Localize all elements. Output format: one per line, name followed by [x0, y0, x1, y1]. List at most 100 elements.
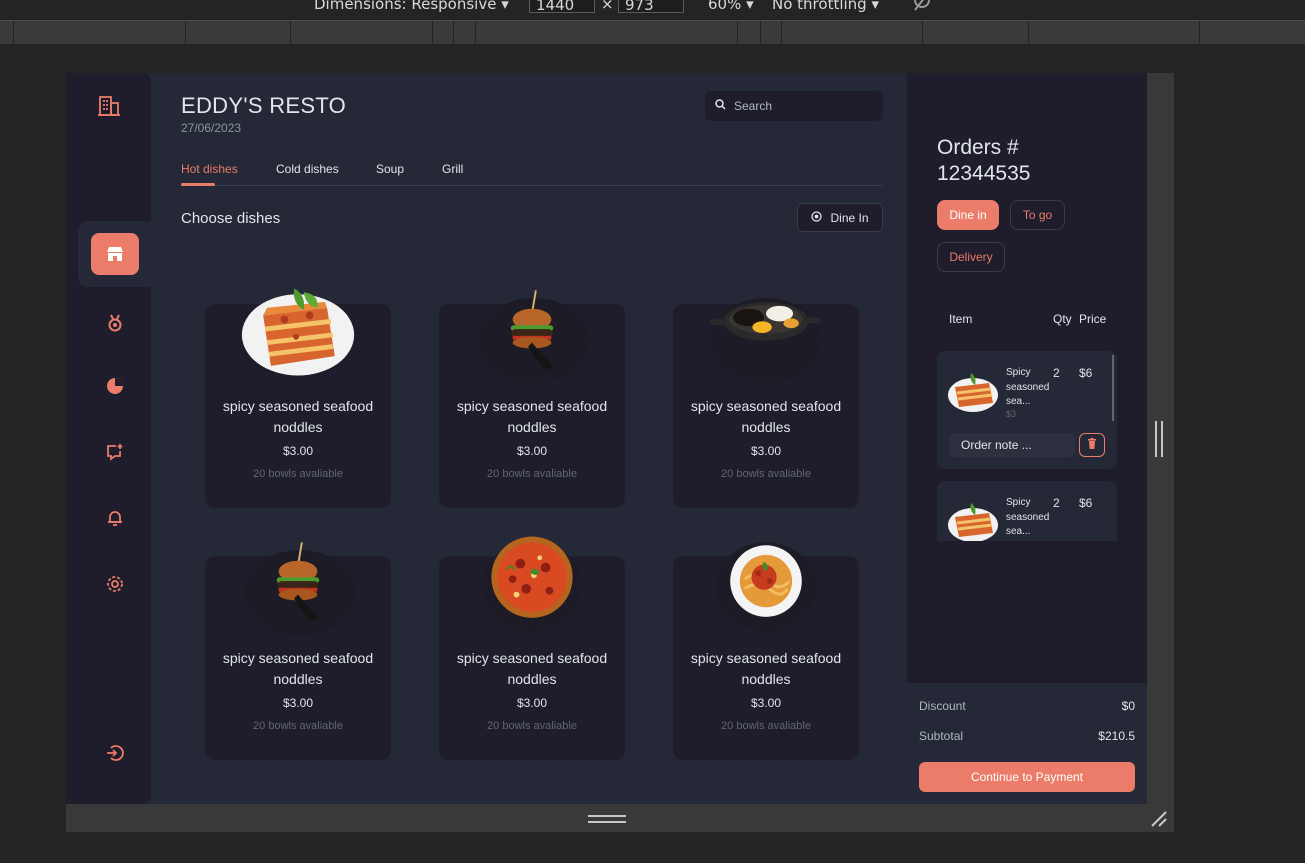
dish-name: spicy seasoned seafood noddles	[456, 398, 608, 435]
column-qty: Qty	[1053, 312, 1072, 326]
dish-card[interactable]: spicy seasoned seafood noddles $3.00 20 …	[439, 536, 625, 760]
orders-title: Orders # 12344535	[937, 136, 1031, 185]
dish-name: spicy seasoned seafood noddles	[456, 650, 608, 687]
order-note-field[interactable]: Order note ...	[949, 433, 1075, 457]
order-list-scrollbar[interactable]	[1112, 355, 1114, 421]
search-icon	[715, 97, 726, 115]
dashboard-chart-icon[interactable]	[102, 373, 128, 399]
lasagna-image	[238, 278, 358, 384]
order-item: Spicy seasoned sea... $3 2 $6 Order note…	[937, 351, 1117, 469]
sidebar-item-home[interactable]	[78, 221, 151, 287]
zoom-dropdown[interactable]: 60% ▾	[708, 0, 754, 13]
dish-availability: 20 bowls avaliable	[253, 468, 343, 480]
order-item: Spicy seasoned sea... 2 $6	[937, 481, 1117, 541]
column-price: Price	[1079, 312, 1107, 326]
active-tab-indicator	[181, 183, 215, 186]
store-icon	[91, 233, 139, 275]
discount-value: $0	[1121, 699, 1135, 713]
dish-name: spicy seasoned seafood noddles	[690, 650, 842, 687]
subtotal-label: Subtotal	[919, 729, 964, 743]
device-width-input[interactable]	[529, 0, 595, 13]
resize-handle-icon[interactable]	[1155, 421, 1163, 457]
current-date: 27/06/2023	[181, 121, 242, 135]
dish-name: spicy seasoned seafood noddles	[690, 398, 842, 435]
throttling-label: No throttling	[772, 0, 867, 13]
throttling-dropdown[interactable]: No throttling ▾	[772, 0, 879, 13]
order-items-list[interactable]: Spicy seasoned sea... $3 2 $6 Order note…	[937, 351, 1117, 541]
dish-price: $3.00	[750, 444, 782, 458]
viewport-resize-rail[interactable]	[1147, 73, 1174, 804]
devtools-toolbar: Dimensions: Responsive ▾ × 60% ▾ No thro…	[0, 0, 1305, 14]
dish-availability: 20 bowls avaliable	[721, 468, 811, 480]
tab-grill[interactable]: Grill	[442, 162, 463, 176]
tab-soup[interactable]: Soup	[376, 162, 404, 176]
dish-card[interactable]: spicy seasoned seafood noddles $3.00 20 …	[439, 290, 625, 508]
delivery-button[interactable]: Delivery	[937, 242, 1005, 272]
main-content: EDDY'S RESTO 27/06/2023 Hot dishes Cold …	[151, 73, 907, 804]
device-height-input[interactable]	[618, 0, 684, 13]
dish-price: $3.00	[282, 696, 314, 710]
dish-price: $3.00	[750, 696, 782, 710]
search-box[interactable]	[705, 91, 883, 121]
tab-cold-dishes[interactable]: Cold dishes	[276, 162, 339, 176]
discount-label: Discount	[919, 699, 966, 713]
delete-item-button[interactable]	[1079, 433, 1105, 457]
discount-icon[interactable]	[102, 310, 128, 336]
dish-price: $3.00	[516, 696, 548, 710]
order-item-unit-price: $3	[1006, 409, 1017, 419]
column-item: Item	[949, 312, 973, 326]
resize-handle-icon[interactable]	[588, 815, 626, 823]
order-item-total: $6	[1079, 366, 1093, 380]
order-item-qty[interactable]: 2	[1053, 496, 1060, 510]
dish-name: spicy seasoned seafood noddles	[222, 398, 374, 435]
restaurant-pos-app: EDDY'S RESTO 27/06/2023 Hot dishes Cold …	[66, 73, 1174, 804]
category-tabs: Hot dishes Cold dishes Soup Grill	[181, 162, 883, 186]
restaurant-logo-icon[interactable]	[94, 91, 124, 121]
tab-hot-dishes[interactable]: Hot dishes	[181, 162, 238, 176]
skillet-image	[706, 278, 826, 384]
zoom-label: 60%	[708, 0, 742, 13]
dimensions-label: Dimensions: Responsive	[314, 0, 497, 13]
to-go-button[interactable]: To go	[1010, 200, 1065, 230]
settings-gear-icon[interactable]	[102, 571, 128, 597]
restaurant-title: EDDY'S RESTO	[181, 93, 347, 118]
dish-availability: 20 bowls avaliable	[487, 720, 577, 732]
viewport-bottom-rail[interactable]	[66, 804, 1174, 832]
dish-card[interactable]: spicy seasoned seafood noddles $3.00 20 …	[673, 298, 859, 508]
chevron-down-icon	[811, 210, 823, 225]
subtotal-row: Subtotal $210.5	[919, 729, 1135, 743]
dish-card[interactable]: spicy seasoned seafood noddles $3.00 20 …	[205, 542, 391, 760]
dine-in-button[interactable]: Dine in	[937, 200, 999, 230]
dimensions-dropdown[interactable]: Dimensions: Responsive ▾	[314, 0, 509, 13]
continue-to-payment-button[interactable]: Continue to Payment	[919, 762, 1135, 792]
dish-availability: 20 bowls avaliable	[253, 720, 343, 732]
media-query-ruler[interactable]	[0, 20, 1305, 45]
search-input[interactable]	[734, 99, 874, 113]
dish-availability: 20 bowls avaliable	[721, 720, 811, 732]
order-item-total: $6	[1079, 496, 1093, 510]
message-add-icon[interactable]	[102, 439, 128, 465]
dimension-separator: ×	[601, 0, 614, 13]
order-item-qty[interactable]: 2	[1053, 366, 1060, 380]
logout-icon[interactable]	[102, 740, 128, 766]
section-title: Choose dishes	[181, 210, 281, 227]
order-item-name: Spicy seasoned sea...	[1006, 367, 1050, 407]
burger-image	[238, 530, 358, 636]
dish-card[interactable]: spicy seasoned seafood noddles $3.00 20 …	[673, 542, 859, 760]
lasagna-thumbnail	[947, 501, 999, 541]
dish-availability: 20 bowls avaliable	[487, 468, 577, 480]
burger-image	[472, 278, 592, 384]
pizza-image	[472, 530, 592, 636]
notification-bell-icon[interactable]	[102, 505, 128, 531]
trash-icon	[1087, 436, 1097, 454]
corner-resize-icon[interactable]	[1150, 810, 1168, 828]
discount-row: Discount $0	[919, 699, 1135, 713]
dish-card[interactable]: spicy seasoned seafood noddles $3.00 20 …	[205, 288, 391, 508]
dine-in-dropdown[interactable]: Dine In	[797, 203, 883, 232]
sidebar	[66, 73, 151, 804]
dish-price: $3.00	[516, 444, 548, 458]
subtotal-value: $210.5	[1098, 729, 1135, 743]
rotate-icon[interactable]	[912, 0, 932, 16]
order-summary: Discount $0 Subtotal $210.5 Continue to …	[907, 683, 1147, 804]
spaghetti-image	[706, 530, 826, 636]
